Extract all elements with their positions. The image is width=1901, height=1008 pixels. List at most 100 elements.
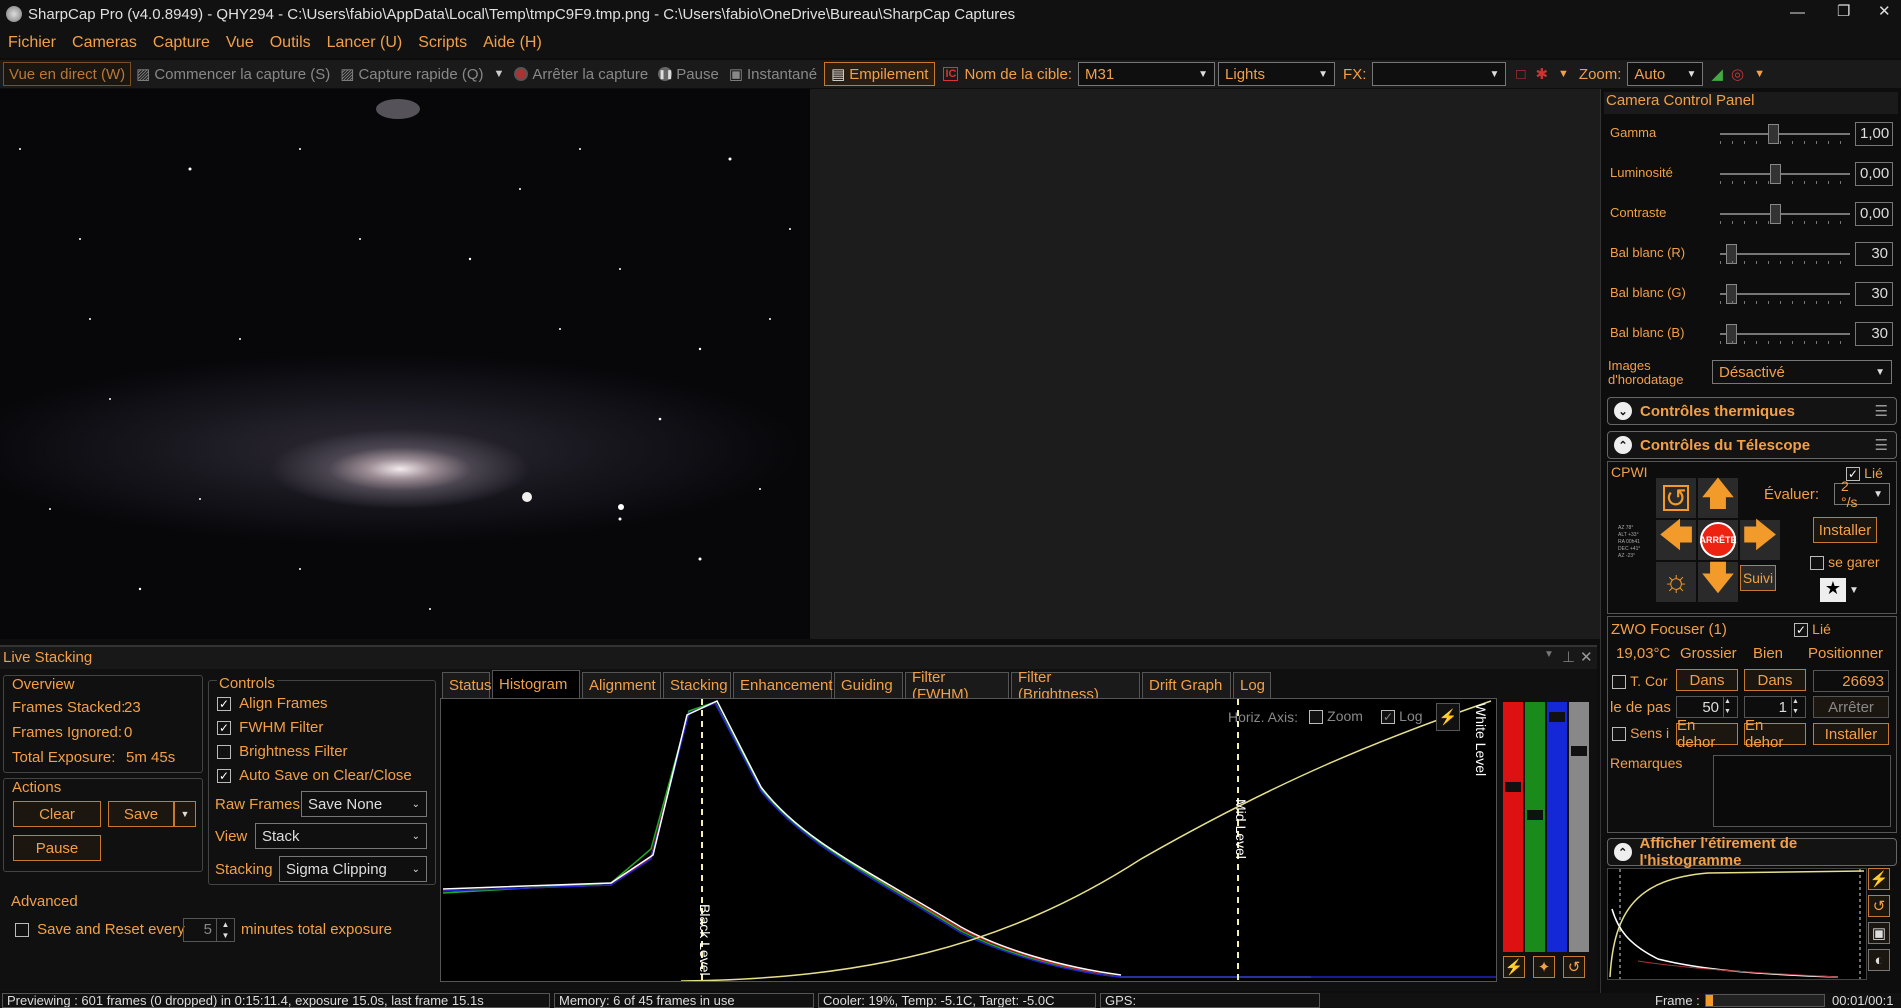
menu-icon[interactable]: ☰	[1875, 436, 1888, 454]
tab-status[interactable]: Status	[442, 672, 492, 698]
rate-select[interactable]: 2 °/s ▼	[1834, 478, 1890, 510]
camera-control-slider[interactable]	[1720, 324, 1850, 344]
park-checkbox[interactable]: se garer	[1810, 554, 1880, 571]
tcomp-checkbox[interactable]: T. Cor	[1612, 673, 1668, 690]
camera-control-value[interactable]: 30	[1855, 282, 1893, 306]
stacking-method-select[interactable]: Sigma Clipping ⌄	[279, 856, 427, 882]
quick-capture-button[interactable]: ▨ Capture rapide (Q) ▼	[335, 65, 509, 84]
minutes-stepper[interactable]: 5 ▲ ▼	[183, 918, 235, 942]
histogram-area[interactable]: Black Level Mid Level White Level Horiz.…	[440, 698, 1499, 982]
autosave-checkbox[interactable]: ✓ Auto Save on Clear/Close	[217, 767, 412, 784]
south-arrow-button[interactable]: 🡇	[1698, 559, 1738, 602]
expand-icon[interactable]: ⌄	[1614, 402, 1632, 420]
clear-button[interactable]: Clear	[13, 801, 101, 827]
close-panel-icon[interactable]: ✕	[1580, 648, 1593, 666]
star-level-button[interactable]: ✦	[1533, 956, 1555, 978]
track-button[interactable]: Suivi	[1740, 565, 1776, 591]
green-channel-slider[interactable]	[1525, 702, 1545, 952]
star-select[interactable]: ★ ▼	[1820, 578, 1859, 602]
tab-log[interactable]: Log	[1233, 672, 1271, 698]
tab-alignment[interactable]: Alignment	[582, 672, 661, 698]
zoom-select[interactable]: Auto ▼	[1627, 62, 1704, 86]
collapse-icon[interactable]: ⌃	[1614, 843, 1632, 861]
focuser-linked-checkbox[interactable]: ✓ Lié	[1794, 621, 1831, 638]
focuser-stop-button[interactable]: Arrêter	[1813, 696, 1889, 718]
histogram-auto-button[interactable]: ⚡	[1436, 703, 1460, 731]
menu-icon[interactable]: ☰	[1875, 402, 1888, 420]
menu-capture[interactable]: Capture	[145, 34, 218, 52]
chevron-down-icon[interactable]: ▼	[494, 68, 505, 80]
live-view-button[interactable]: Vue en direct (W)	[3, 62, 132, 86]
tab-enhancement[interactable]: Enhancement	[733, 672, 833, 698]
contrast-button[interactable]: ◐	[1868, 949, 1890, 971]
snapshot-button[interactable]: ▣ Instantané	[724, 65, 822, 84]
telescope-header[interactable]: ⌃ Contrôles du Télescope ☰	[1607, 431, 1897, 459]
reset-level-button[interactable]: ↺	[1563, 956, 1585, 978]
position-input[interactable]: 26693	[1813, 670, 1889, 692]
menu-aide[interactable]: Aide (H)	[475, 34, 550, 52]
reticle-icon[interactable]: ✱	[1535, 65, 1548, 83]
select-rect-icon[interactable]: □	[1516, 66, 1525, 83]
tab-histogram[interactable]: Histogram	[492, 670, 580, 698]
reset-stretch-button[interactable]: ↺	[1868, 895, 1890, 917]
camera-control-value[interactable]: 30	[1855, 322, 1893, 346]
focuser-install-button[interactable]: Installer	[1813, 723, 1889, 745]
luminance-channel-slider[interactable]	[1569, 702, 1589, 952]
camera-control-value[interactable]: 0,00	[1855, 162, 1893, 186]
brightness-filter-checkbox[interactable]: Brightness Filter	[217, 743, 348, 760]
menu-lancer[interactable]: Lancer (U)	[319, 34, 411, 52]
east-arrow-button[interactable]: 🡆	[1740, 517, 1780, 560]
save-dropdown-button[interactable]: ▼	[174, 801, 196, 827]
frame-type-select[interactable]: Lights ▼	[1218, 62, 1336, 86]
menu-cameras[interactable]: Cameras	[64, 34, 145, 52]
restore-icon[interactable]: ❐	[1837, 2, 1850, 20]
align-frames-checkbox[interactable]: ✓ Align Frames	[217, 695, 328, 712]
camera-control-value[interactable]: 1,00	[1855, 122, 1893, 146]
camera-control-value[interactable]: 30	[1855, 242, 1893, 266]
save-button[interactable]: Save	[108, 801, 174, 827]
red-channel-slider[interactable]	[1503, 702, 1523, 952]
menu-vue[interactable]: Vue	[218, 34, 262, 52]
pause-button[interactable]: ❚❚ Pause	[653, 66, 724, 83]
blue-channel-slider[interactable]	[1547, 702, 1567, 952]
save-stretch-button[interactable]: ▣	[1868, 922, 1890, 944]
log-checkbox[interactable]: ✓ Log	[1381, 708, 1423, 725]
coarse-in-button[interactable]: Dans	[1676, 669, 1738, 691]
north-arrow-button[interactable]: 🡅	[1698, 475, 1738, 518]
start-capture-button[interactable]: ▨ Commencer la capture (S)	[131, 65, 335, 84]
collapse-icon[interactable]: ⌃	[1614, 436, 1632, 454]
minimize-icon[interactable]: —	[1790, 4, 1805, 21]
fx-select[interactable]: ▼	[1372, 62, 1507, 86]
pin-icon[interactable]: ⊥	[1562, 648, 1575, 666]
stacking-button[interactable]: ▤ Empilement	[824, 62, 936, 86]
chevron-down-icon[interactable]: ▼	[1558, 68, 1569, 80]
auto-level-button[interactable]: ⚡	[1503, 956, 1525, 978]
camera-control-slider[interactable]	[1720, 204, 1850, 224]
menu-scripts[interactable]: Scripts	[410, 34, 475, 52]
camera-control-value[interactable]: 0,00	[1855, 202, 1893, 226]
preview-image[interactable]	[0, 89, 810, 639]
notes-textarea[interactable]	[1713, 755, 1891, 827]
dropdown-icon[interactable]: ▼	[1544, 649, 1554, 660]
hist-stretch-graph[interactable]	[1607, 868, 1867, 980]
timestamp-select[interactable]: Désactivé ▼	[1712, 360, 1892, 384]
home-button[interactable]: ☼	[1656, 562, 1696, 602]
menu-fichier[interactable]: Fichier	[0, 34, 64, 52]
tab-drift-graph[interactable]: Drift Graph	[1142, 672, 1231, 698]
camera-control-slider[interactable]	[1720, 164, 1850, 184]
save-reset-checkbox[interactable]: Save and Reset every	[15, 921, 185, 938]
tab-filter-fwhm[interactable]: Filter (FWHM)	[905, 669, 1009, 703]
camera-control-slider[interactable]	[1720, 244, 1850, 264]
camera-control-slider[interactable]	[1720, 284, 1850, 304]
focus-icon[interactable]: ◎	[1731, 65, 1744, 83]
hist-stretch-header[interactable]: ⌃ Afficher l'étirement de l'histogramme	[1607, 835, 1897, 869]
tab-stacking[interactable]: Stacking	[663, 672, 731, 698]
fine-in-button[interactable]: Dans	[1744, 669, 1806, 691]
coarse-out-button[interactable]: En dehor	[1676, 717, 1738, 751]
telescope-install-button[interactable]: Installer	[1813, 517, 1877, 543]
menu-outils[interactable]: Outils	[262, 34, 319, 52]
view-select[interactable]: Stack ⌄	[255, 823, 427, 849]
raw-frames-select[interactable]: Save None ⌄	[301, 791, 427, 817]
chevron-down-icon[interactable]: ▼	[1754, 68, 1765, 80]
coarse-step-stepper[interactable]: 50 ▲ ▼	[1676, 696, 1738, 718]
